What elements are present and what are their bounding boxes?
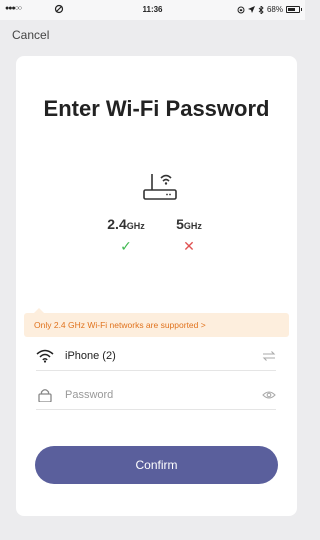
band-label: 5GHz xyxy=(176,216,202,232)
band-notice-link[interactable]: Only 2.4 GHz Wi-Fi networks are supporte… xyxy=(24,308,289,337)
band-label: 2.4GHz xyxy=(107,216,145,232)
lock-rotation-icon xyxy=(237,6,245,13)
eye-icon[interactable] xyxy=(262,389,276,401)
cross-icon: ✕ xyxy=(183,238,195,254)
router-icon xyxy=(143,174,177,200)
status-right: 68% xyxy=(237,5,302,14)
band-5ghz: 5GHz ✕ xyxy=(159,216,219,255)
band-support: 2.4GHz ✓ 5GHz ✕ xyxy=(96,216,226,260)
switch-network-icon[interactable] xyxy=(262,350,276,362)
wifi-icon xyxy=(36,349,54,363)
band-2-4ghz: 2.4GHz ✓ xyxy=(96,216,156,255)
check-icon: ✓ xyxy=(120,238,132,254)
confirm-button[interactable]: Confirm xyxy=(35,446,278,484)
bluetooth-icon xyxy=(258,5,264,14)
page-title: Enter Wi-Fi Password xyxy=(43,96,270,121)
wifi-card: Enter Wi-Fi Password 2.4GHz ✓ 5GHz ✕ Onl… xyxy=(16,56,297,516)
battery-percent: 68% xyxy=(266,5,283,14)
lock-icon xyxy=(38,388,52,402)
cancel-button[interactable]: Cancel xyxy=(12,28,49,42)
password-input[interactable] xyxy=(65,388,262,401)
wifi-network-field[interactable]: iPhone (2) xyxy=(36,341,276,371)
wifi-ssid: iPhone (2) xyxy=(65,349,116,362)
location-icon xyxy=(247,6,255,13)
password-field-row xyxy=(36,380,276,410)
status-bar: ●●●○○ 11:36 68% xyxy=(0,0,305,20)
battery-icon xyxy=(286,6,302,13)
